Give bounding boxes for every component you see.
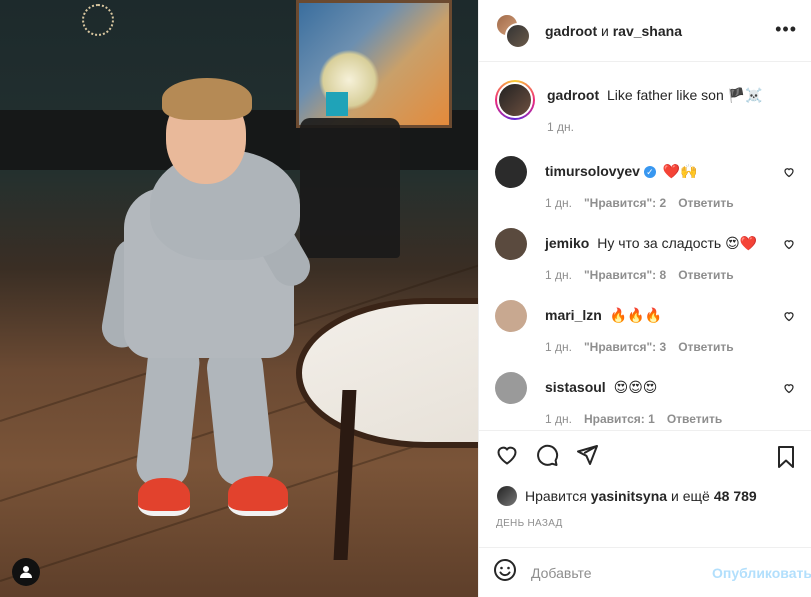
avatar[interactable] [495, 156, 527, 188]
author-link[interactable]: gadroot [545, 23, 597, 39]
post-photo[interactable] [0, 0, 478, 597]
comment-username[interactable]: timursolovyev [545, 163, 640, 179]
tagged-users-icon[interactable] [12, 558, 40, 586]
child-leg [204, 342, 276, 488]
comment-username[interactable]: mari_lzn [545, 307, 602, 323]
comment-text: 🔥🔥🔥 [609, 307, 662, 323]
comment-likes[interactable]: "Нравится": 8 [584, 268, 666, 282]
comment-item: sistasoul 😍😍😍 1 дн. Нравится: 1 Ответить [495, 372, 795, 426]
comment-text: 😍😍😍 [613, 379, 658, 395]
avatar[interactable] [505, 22, 531, 49]
share-send-icon[interactable] [575, 443, 599, 470]
emoji-icon[interactable] [493, 558, 517, 588]
heart-icon[interactable] [783, 382, 795, 394]
comment-likes[interactable]: "Нравится": 3 [584, 340, 666, 354]
heart-icon[interactable] [783, 310, 795, 322]
likes-suffix: и ещё [671, 488, 710, 504]
author-separator: и [601, 22, 609, 39]
caption: gadroot Like father like son 🏴☠️ 1 дн. [495, 80, 795, 134]
comment-time[interactable]: 1 дн. [545, 340, 572, 354]
comment-time[interactable]: 1 дн. [545, 196, 572, 210]
reply-button[interactable]: Ответить [678, 340, 733, 354]
comment-likes[interactable]: Нравится: 1 [584, 412, 655, 426]
comment-bubble-icon[interactable] [535, 443, 559, 470]
avatar[interactable] [495, 80, 535, 120]
post-authors: gadroot и rav_shana [545, 23, 682, 39]
avatar[interactable] [495, 300, 527, 332]
comment-time[interactable]: 1 дн. [545, 412, 572, 426]
avatar[interactable] [495, 228, 527, 260]
more-horizontal-icon[interactable]: ••• [775, 20, 797, 38]
verified-badge-icon: ✓ [643, 166, 656, 179]
bookmark-icon[interactable] [774, 445, 798, 472]
comment-text: Ну что за сладость 😍❤️ [597, 235, 758, 251]
child-hair [162, 78, 252, 120]
likes-summary[interactable]: Нравится yasinitsyna и ещё 48 789 [497, 486, 761, 506]
reply-button[interactable]: Ответить [678, 268, 733, 282]
comment-username[interactable]: sistasoul [545, 379, 606, 395]
wall-clock [82, 4, 114, 36]
round-table [296, 298, 478, 448]
collab-avatars[interactable] [495, 12, 531, 49]
reply-button[interactable]: Ответить [667, 412, 722, 426]
comment-input[interactable] [531, 564, 712, 581]
heart-icon[interactable] [783, 166, 795, 178]
comment-time[interactable]: 1 дн. [545, 268, 572, 282]
child-shoe [138, 478, 190, 516]
avatar [497, 486, 517, 506]
heart-icon[interactable] [783, 238, 795, 250]
author-link[interactable]: rav_shana [613, 23, 682, 39]
comment-text: ❤️🙌 [662, 163, 698, 179]
post-timestamp[interactable]: ДЕНЬ НАЗАД [496, 518, 563, 529]
likes-prefix: Нравится [525, 488, 587, 504]
caption-time[interactable]: 1 дн. [547, 120, 574, 134]
post-side-panel: gadroot и rav_shana ••• gadroot Like fat… [478, 0, 811, 597]
caption-username[interactable]: gadroot [547, 87, 599, 103]
chair [300, 118, 400, 258]
vase [326, 92, 348, 116]
caption-text: Like father like son 🏴☠️ [607, 87, 763, 103]
like-heart-icon[interactable] [495, 443, 519, 470]
publish-button[interactable]: Опубликовать [712, 565, 811, 581]
add-comment-bar: Опубликовать [479, 547, 811, 597]
comments-list[interactable]: gadroot Like father like son 🏴☠️ 1 дн. t… [479, 62, 811, 430]
post-header: gadroot и rav_shana ••• [479, 0, 811, 62]
comment-username[interactable]: jemiko [545, 235, 589, 251]
reply-button[interactable]: Ответить [678, 196, 733, 210]
comment-item: jemiko Ну что за сладость 😍❤️ 1 дн. "Нра… [495, 228, 795, 282]
avatar[interactable] [495, 372, 527, 404]
child-shoe [228, 476, 288, 516]
likes-user[interactable]: yasinitsyna [591, 488, 667, 504]
child-leg [134, 337, 202, 491]
comment-item: mari_lzn 🔥🔥🔥 1 дн. "Нравится": 3 Ответит… [495, 300, 795, 354]
likes-count[interactable]: 48 789 [714, 488, 757, 504]
comment-likes[interactable]: "Нравится": 2 [584, 196, 666, 210]
comment-item: timursolovyev ✓ ❤️🙌 1 дн. "Нравится": 2 О… [495, 156, 795, 210]
post-actions [479, 430, 811, 490]
